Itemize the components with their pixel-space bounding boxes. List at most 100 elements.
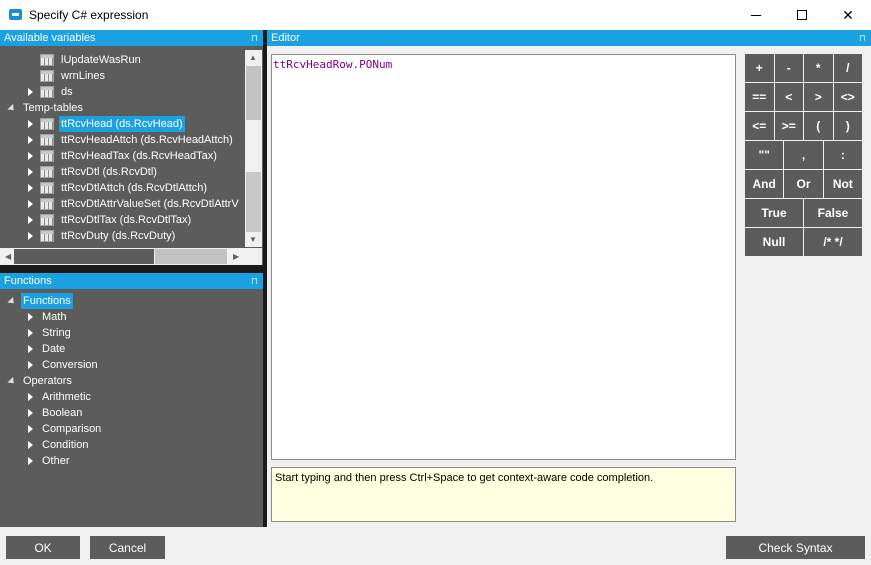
keypad-key[interactable]: <= [745, 112, 774, 140]
expander-closed-icon[interactable] [28, 409, 33, 417]
functions-panel-title: Functions [4, 275, 52, 287]
expander-closed-icon[interactable] [28, 136, 33, 144]
expander-closed-icon[interactable] [28, 425, 33, 433]
expander-open-icon[interactable] [7, 103, 17, 114]
function-tree-item[interactable]: Operators [0, 373, 263, 389]
keypad-key[interactable]: : [823, 141, 862, 169]
function-tree-item[interactable]: Conversion [0, 357, 263, 373]
cancel-button[interactable]: Cancel [90, 536, 165, 559]
keypad-key[interactable]: ) [833, 112, 862, 140]
check-syntax-button[interactable]: Check Syntax [726, 536, 865, 559]
function-tree-item[interactable]: Arithmetic [0, 389, 263, 405]
keypad-key[interactable]: "" [745, 141, 784, 169]
function-tree-item-label: Operators [23, 375, 72, 387]
variables-vertical-scrollbar[interactable]: ▲ ▼ [245, 50, 262, 247]
keypad-key[interactable]: - [774, 54, 803, 82]
close-button[interactable]: ✕ [825, 0, 871, 30]
hint-text: Start typing and then press Ctrl+Space t… [275, 472, 654, 484]
keypad-key[interactable]: < [774, 83, 803, 111]
variable-tree-item[interactable]: ttRcvHeadAttch (ds.RcvHeadAttch) [0, 132, 245, 148]
scroll-right-icon[interactable]: ▶ [233, 253, 239, 261]
variable-tree-item[interactable]: ttRcvDtlAttch (ds.RcvDtlAttch) [0, 180, 245, 196]
function-tree-item[interactable]: Boolean [0, 405, 263, 421]
expander-closed-icon[interactable] [28, 457, 33, 465]
expander-closed-icon[interactable] [28, 329, 33, 337]
expander-closed-icon[interactable] [28, 313, 33, 321]
expander-closed-icon[interactable] [28, 441, 33, 449]
variable-tree-item-label: Temp-tables [23, 102, 83, 114]
expander-closed-icon[interactable] [28, 88, 33, 96]
variable-tree-item[interactable]: ttRcvDuty (ds.RcvDuty) [0, 228, 245, 244]
functions-tree: Functions Math String Date Conversion Operato… [0, 289, 263, 527]
expander-closed-icon[interactable] [28, 168, 33, 176]
function-tree-item-label: Arithmetic [42, 391, 91, 403]
editor-panel-title: Editor [271, 32, 300, 44]
table-icon [40, 118, 54, 130]
scroll-left-icon[interactable]: ◀ [5, 253, 11, 261]
keypad-key[interactable]: * [804, 54, 833, 82]
keypad-key[interactable]: / [833, 54, 862, 82]
expander-closed-icon[interactable] [28, 200, 33, 208]
variable-tree-item[interactable]: ttRcvDtl (ds.RcvDtl) [0, 164, 245, 180]
pin-icon[interactable]: ⊓ [859, 30, 866, 46]
keypad-key[interactable]: > [804, 83, 833, 111]
app-icon [9, 9, 22, 20]
function-tree-item[interactable]: Condition [0, 437, 263, 453]
expander-closed-icon[interactable] [28, 232, 33, 240]
scroll-down-icon[interactable]: ▼ [249, 236, 257, 244]
expander-closed-icon[interactable] [28, 393, 33, 401]
keypad-key[interactable]: /* */ [804, 228, 862, 256]
keypad-key[interactable]: <> [833, 83, 862, 111]
function-tree-item[interactable]: Date [0, 341, 263, 357]
keypad-key[interactable]: And [745, 170, 784, 198]
keypad-key[interactable]: == [745, 83, 774, 111]
variable-tree-item[interactable]: lUpdateWasRun [0, 52, 245, 68]
minimize-button[interactable] [733, 0, 779, 30]
variables-scroll-track[interactable] [246, 172, 261, 232]
expander-closed-icon[interactable] [28, 216, 33, 224]
variable-tree-item[interactable]: Temp-tables [0, 100, 245, 116]
variable-tree-item[interactable]: ttRcvHeadTax (ds.RcvHeadTax) [0, 148, 245, 164]
expander-closed-icon[interactable] [28, 120, 33, 128]
variable-tree-item[interactable]: ttRcvDtlAttrValueSet (ds.RcvDtlAttrV [0, 196, 245, 212]
function-tree-item[interactable]: String [0, 325, 263, 341]
keypad-key[interactable]: True [745, 199, 803, 227]
function-tree-item[interactable]: Math [0, 309, 263, 325]
table-icon [40, 134, 54, 146]
maximize-button[interactable] [779, 0, 825, 30]
variables-horizontal-scrollbar[interactable]: ◀ ▶ [0, 248, 245, 265]
variable-tree-item[interactable]: ds [0, 84, 245, 100]
expander-closed-icon[interactable] [28, 184, 33, 192]
scroll-up-icon[interactable]: ▲ [249, 54, 257, 62]
left-panels-splitter[interactable] [0, 265, 263, 273]
expander-closed-icon[interactable] [28, 345, 33, 353]
code-editor[interactable]: ttRcvHeadRow.PONum [271, 54, 736, 460]
expander-open-icon[interactable] [7, 296, 17, 307]
ok-button[interactable]: OK [6, 536, 80, 559]
keypad-key[interactable]: Null [745, 228, 803, 256]
horizontal-track-left[interactable] [14, 249, 154, 264]
keypad-key[interactable]: False [804, 199, 862, 227]
variable-tree-item[interactable]: ttRcvHead (ds.RcvHead) [0, 116, 245, 132]
variable-tree-item[interactable]: ttRcvDtlTax (ds.RcvDtlTax) [0, 212, 245, 228]
keypad-key[interactable]: ( [804, 112, 833, 140]
variables-hscroll-thumb[interactable] [155, 249, 227, 264]
expander-closed-icon[interactable] [28, 361, 33, 369]
function-tree-item[interactable]: Functions [0, 293, 263, 309]
variable-tree-item[interactable]: wrnLines [0, 68, 245, 84]
keypad-key[interactable]: Or [784, 170, 823, 198]
keypad-key[interactable]: Not [823, 170, 862, 198]
function-tree-item[interactable]: Other [0, 453, 263, 469]
maximize-icon [797, 10, 807, 20]
function-tree-item[interactable]: Comparison [0, 421, 263, 437]
keypad-key[interactable]: , [784, 141, 823, 169]
variables-scroll-thumb[interactable] [246, 66, 261, 120]
pin-icon[interactable]: ⊓ [251, 30, 258, 46]
code-text[interactable]: ttRcvHeadRow.PONum [273, 58, 392, 71]
pin-icon[interactable]: ⊓ [251, 273, 258, 289]
expander-open-icon[interactable] [7, 376, 17, 387]
expander-closed-icon[interactable] [28, 152, 33, 160]
keypad-key[interactable]: + [745, 54, 774, 82]
variable-tree-item-label: lUpdateWasRun [61, 54, 141, 66]
keypad-key[interactable]: >= [774, 112, 803, 140]
